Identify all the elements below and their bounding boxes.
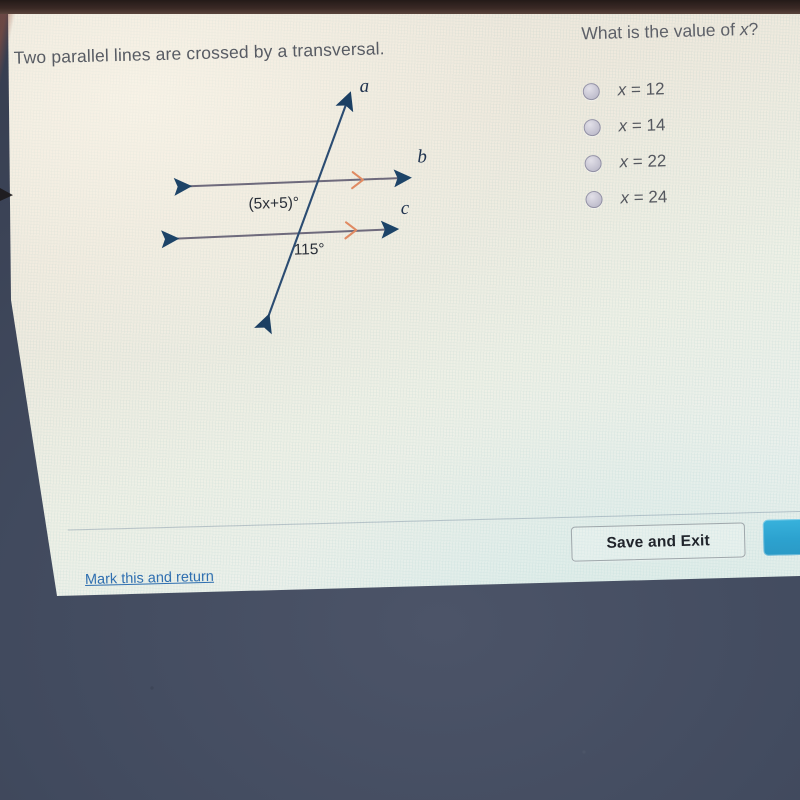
screenshot-root: Two parallel lines are crossed by a tran… (0, 0, 800, 800)
diagram-label-c: c (400, 198, 410, 219)
question-prefix: What is the value of (581, 19, 741, 44)
choice-value: = 14 (626, 115, 666, 136)
angle-label-lower: 115° (293, 241, 324, 259)
screen-bezel-top (0, 0, 800, 14)
answer-choice[interactable]: x = 24 (585, 176, 786, 217)
radio-button-icon[interactable] (584, 154, 602, 172)
parallel-line-c (160, 220, 400, 249)
angle-label-upper: (5x+5)° (248, 195, 299, 213)
radio-button-icon[interactable] (583, 118, 601, 136)
answer-choice-label: x = 14 (618, 115, 665, 136)
question-suffix: ? (748, 18, 759, 40)
answer-choice[interactable]: x = 12 (582, 68, 783, 109)
radio-button-icon[interactable] (585, 190, 603, 208)
diagram-label-b: b (417, 146, 427, 167)
choice-value: = 22 (627, 151, 667, 172)
choice-value: = 24 (628, 187, 668, 208)
prompt-text: Two parallel lines are crossed by a tran… (13, 38, 385, 68)
answer-choice-label: x = 12 (618, 79, 665, 100)
save-and-exit-button[interactable]: Save and Exit (570, 522, 746, 562)
parallel-line-b (173, 169, 412, 196)
radio-button-icon[interactable] (582, 82, 600, 100)
answer-choice[interactable]: x = 22 (584, 140, 785, 181)
answer-choice[interactable]: x = 14 (583, 104, 784, 145)
answer-choice-label: x = 24 (620, 187, 667, 208)
question-text: What is the value of x? (581, 19, 759, 44)
answer-choice-label: x = 22 (619, 151, 666, 172)
mark-this-and-return-link[interactable]: Mark this and return (85, 569, 214, 588)
parallel-lines-diagram: a b c (5x+5)° 115° (144, 67, 461, 345)
next-button[interactable] (762, 516, 800, 556)
choice-value: = 12 (626, 79, 665, 100)
answer-choice-list: x = 12 x = 14 x = 22 x = 24 (582, 68, 786, 217)
diagram-label-a: a (359, 76, 369, 97)
